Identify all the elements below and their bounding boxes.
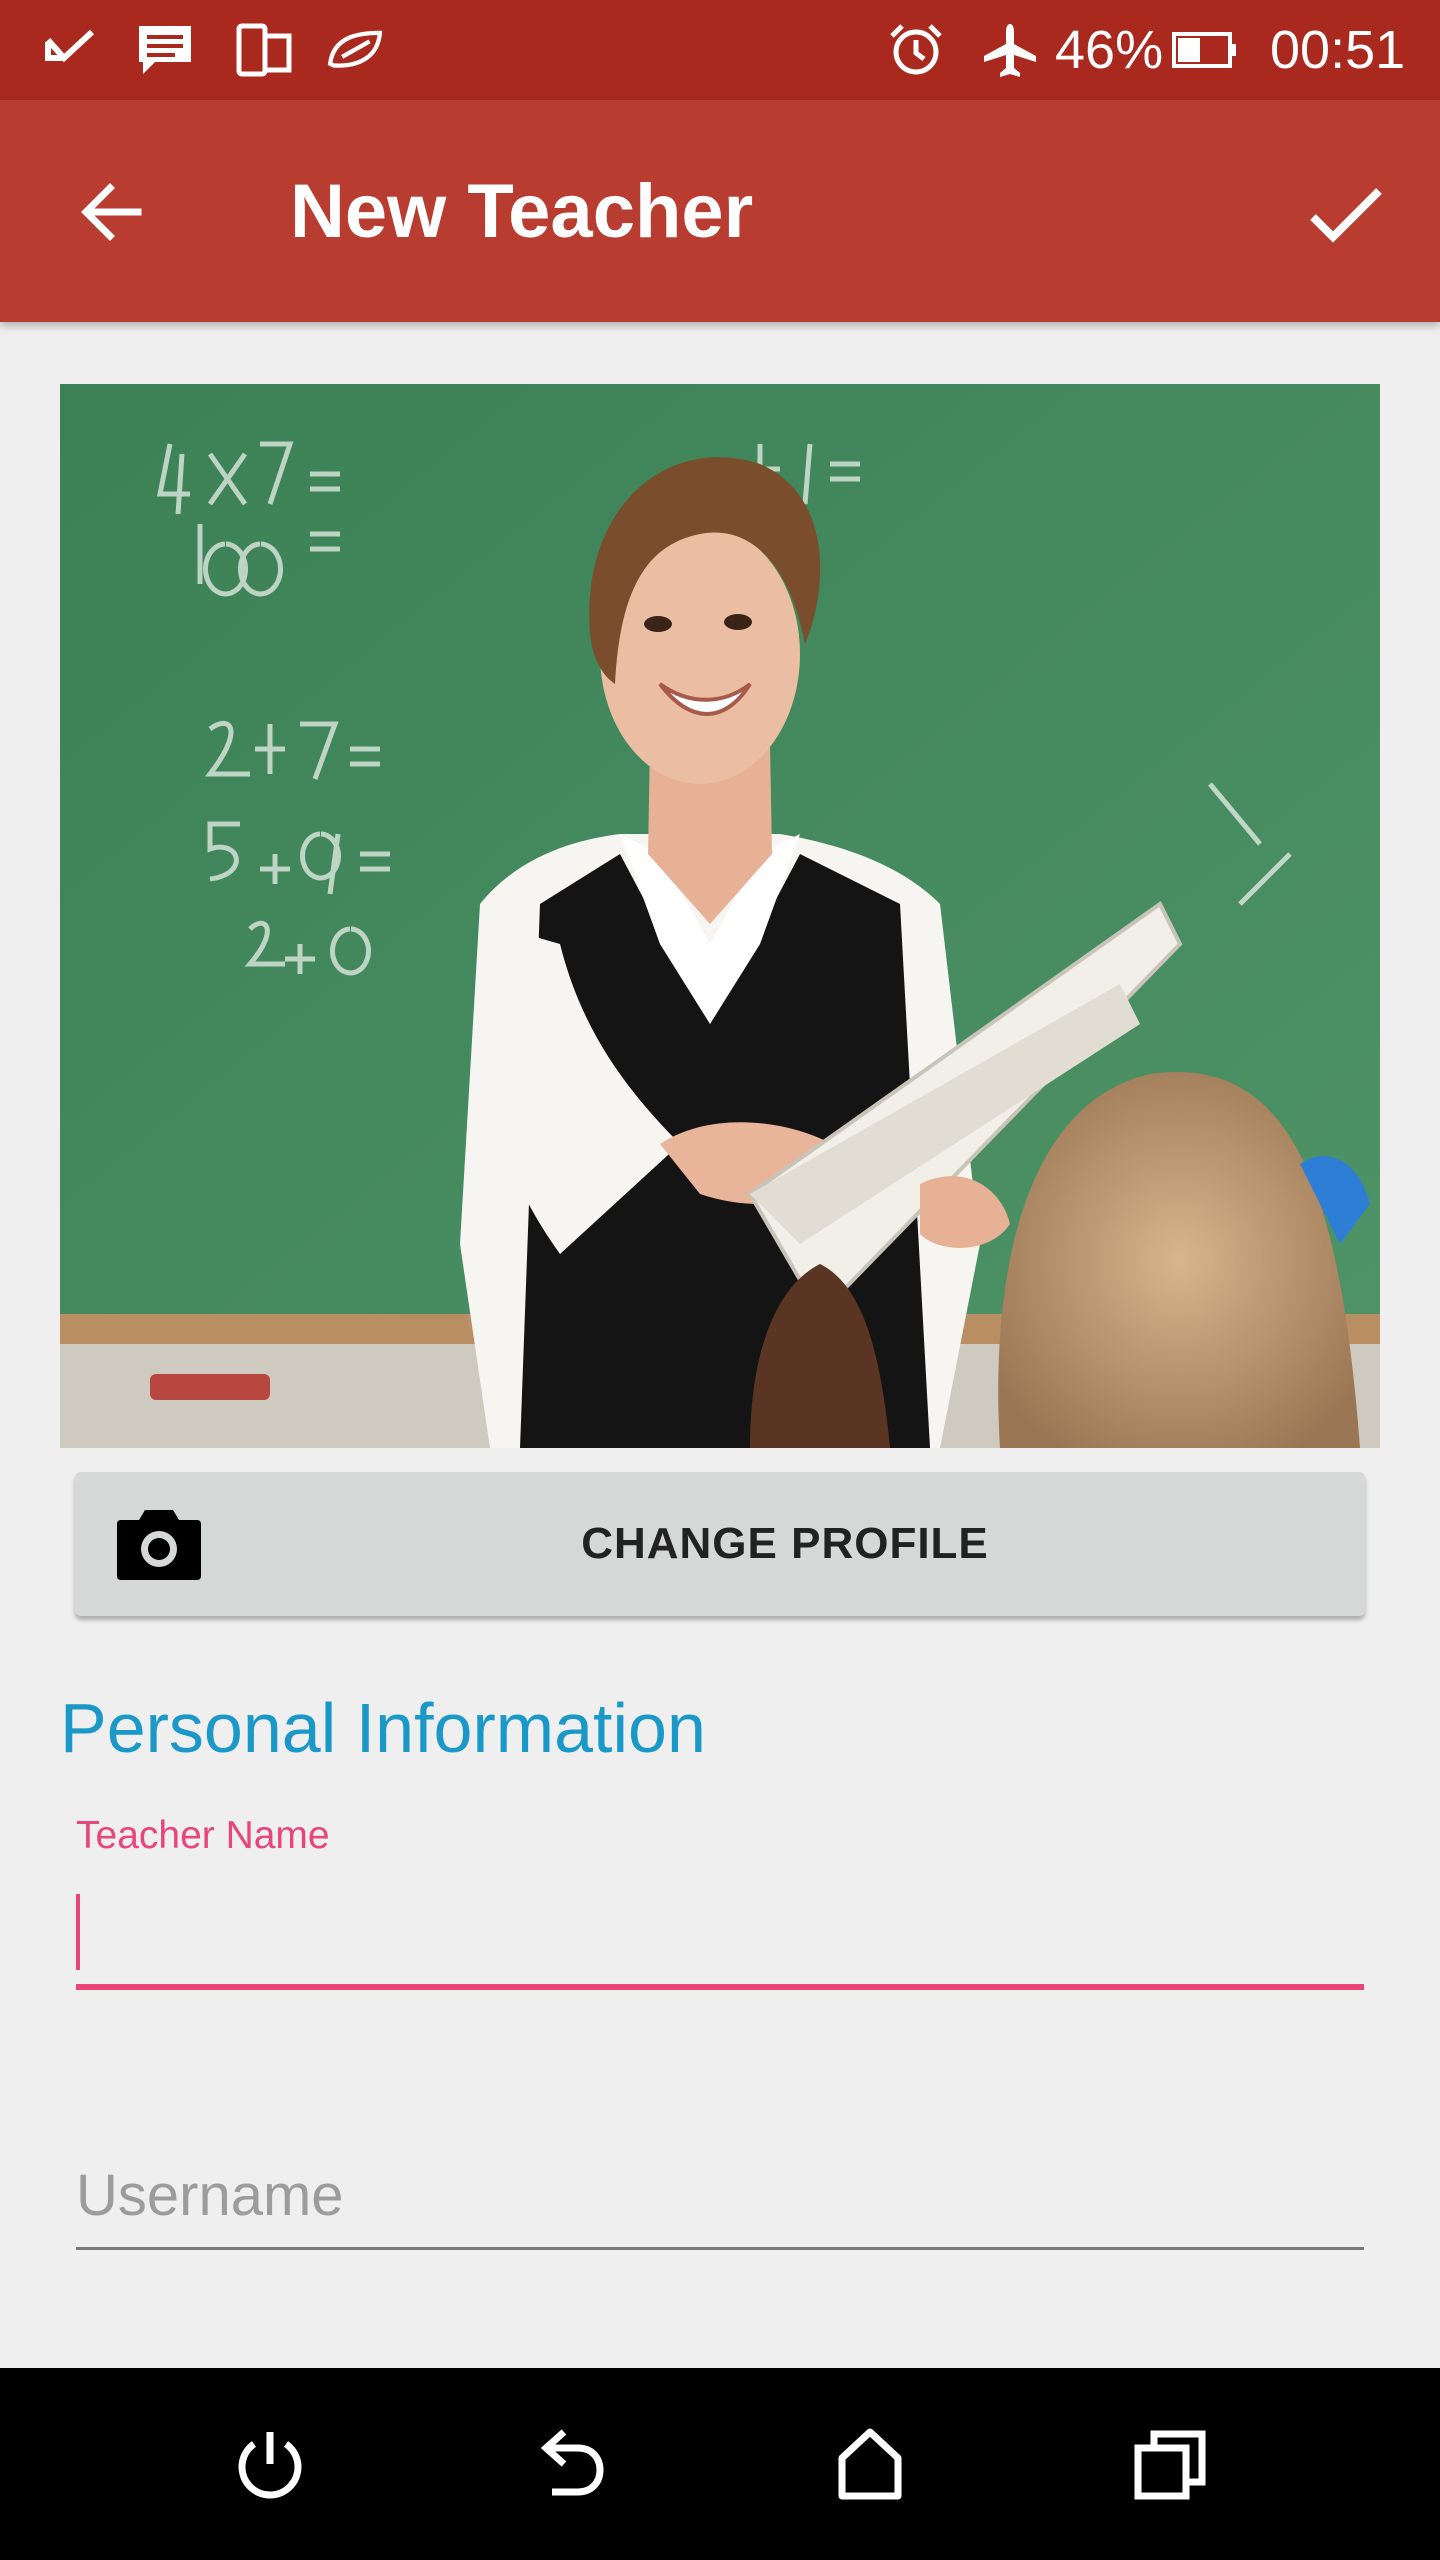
system-nav-bar (0, 2368, 1440, 2560)
arrow-left-icon (81, 183, 142, 241)
teacher-name-label: Teacher Name (76, 1814, 330, 1857)
home-icon (838, 2428, 902, 2500)
battery-percent: 46% (1055, 20, 1164, 80)
alarm-icon (890, 24, 942, 75)
save-button[interactable] (1290, 160, 1400, 270)
back-button[interactable] (60, 160, 164, 264)
clock: 00:51 (1270, 20, 1406, 80)
power-button[interactable] (210, 2404, 330, 2524)
change-profile-button[interactable]: CHANGE PROFILE (75, 1472, 1365, 1616)
back-icon (540, 2429, 604, 2496)
text-caret (76, 1894, 80, 1970)
recents-icon (1134, 2430, 1206, 2500)
battery-icon (1172, 32, 1236, 68)
username-placeholder: Username (76, 2163, 344, 2228)
status-bar: 46% 00:51 (0, 0, 1440, 100)
section-title-personal-information: Personal Information (60, 1689, 706, 1767)
airplane-mode-icon (984, 24, 1036, 77)
teacher-name-input[interactable] (76, 1880, 1364, 1990)
home-button[interactable] (810, 2404, 930, 2524)
teacher-photo-image (60, 384, 1380, 1448)
power-icon (238, 2432, 302, 2499)
profile-photo (60, 384, 1380, 1448)
message-icon (139, 26, 191, 74)
check-notification-icon (45, 29, 95, 63)
app-bar: New Teacher (0, 100, 1440, 322)
check-icon (1310, 188, 1382, 243)
username-input[interactable]: Username (76, 2150, 1364, 2250)
dual-screen-icon (236, 23, 292, 77)
page-title: New Teacher (290, 169, 754, 254)
nav-back-button[interactable] (510, 2404, 630, 2524)
teacher-name-underline (76, 1984, 1364, 1990)
change-profile-label: CHANGE PROFILE (581, 1519, 989, 1568)
leaf-icon (327, 30, 383, 68)
username-underline (76, 2247, 1364, 2250)
recents-button[interactable] (1110, 2404, 1230, 2524)
